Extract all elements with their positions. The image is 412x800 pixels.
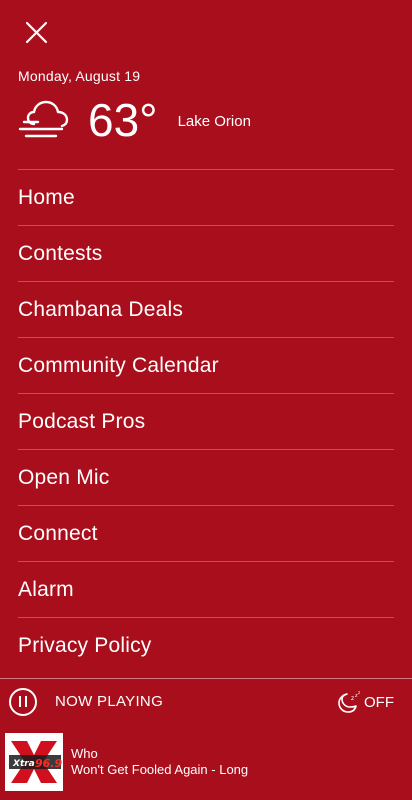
player-bar: NOW PLAYING z z z OFF	[0, 678, 412, 724]
sleep-moon-icon: z z z	[338, 690, 360, 713]
menu-item-contests[interactable]: Contests	[18, 225, 394, 281]
weather-location: Lake Orion	[177, 112, 251, 130]
temperature: 63°	[88, 94, 158, 146]
close-icon	[25, 21, 48, 44]
nav-menu: Home Contests Chambana Deals Community C…	[18, 169, 394, 673]
menu-item-connect[interactable]: Connect	[18, 505, 394, 561]
menu-item-podcast-pros[interactable]: Podcast Pros	[18, 393, 394, 449]
close-button[interactable]	[22, 18, 52, 48]
track-row[interactable]: Xtra 96.9 Who Won't Get Fooled Again - L…	[0, 724, 412, 800]
pause-icon	[19, 696, 21, 707]
sleep-timer-button[interactable]: z z z OFF	[336, 690, 394, 714]
menu-item-privacy-policy[interactable]: Privacy Policy	[18, 617, 394, 673]
track-artist: Who	[71, 746, 98, 761]
now-playing-label: NOW PLAYING	[55, 693, 164, 710]
menu-item-alarm[interactable]: Alarm	[18, 561, 394, 617]
svg-text:96.9: 96.9	[35, 757, 62, 770]
menu-item-community-calendar[interactable]: Community Calendar	[18, 337, 394, 393]
cloudy-fog-icon	[18, 100, 69, 138]
svg-text:z: z	[351, 695, 354, 702]
menu-item-chambana-deals[interactable]: Chambana Deals	[18, 281, 394, 337]
pause-button[interactable]	[9, 687, 37, 716]
track-info: Who Won't Get Fooled Again - Long	[71, 746, 248, 778]
weather-date: Monday, August 19	[18, 68, 141, 84]
menu-item-open-mic[interactable]: Open Mic	[18, 449, 394, 505]
track-title: Won't Get Fooled Again - Long	[71, 762, 249, 777]
station-logo: Xtra 96.9	[5, 733, 63, 791]
svg-text:z: z	[358, 690, 360, 695]
weather-summary: 63° Lake Orion	[18, 94, 398, 146]
menu-item-home[interactable]: Home	[18, 169, 394, 225]
svg-text:Xtra: Xtra	[12, 759, 35, 769]
sleep-timer-label: OFF	[364, 693, 394, 711]
